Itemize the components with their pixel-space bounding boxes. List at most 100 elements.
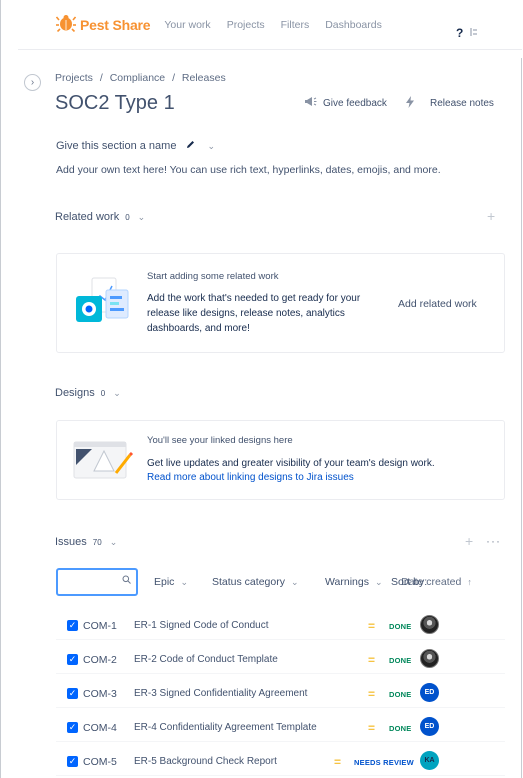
expand-sidebar-button[interactable]: › — [24, 74, 41, 91]
status-badge[interactable]: DONE — [389, 724, 411, 733]
pencil-icon[interactable] — [186, 140, 195, 152]
nav-dashboards[interactable]: Dashboards — [325, 19, 382, 31]
sort-field-label: Date created — [401, 576, 462, 588]
issue-key[interactable]: COM-3 — [83, 688, 117, 700]
issue-type-checkbox-icon: ✓ — [67, 654, 78, 665]
page-title: SOC2 Type 1 — [55, 92, 175, 114]
status-badge[interactable]: DONE — [389, 690, 411, 699]
issue-type-checkbox-icon: ✓ — [67, 722, 78, 733]
issue-type-checkbox-icon: ✓ — [67, 620, 78, 631]
window-border-right — [521, 58, 522, 778]
issue-row[interactable]: ✓ COM-2 ER-2 Code of Conduct Template = … — [56, 644, 505, 674]
related-work-title: Related work — [55, 211, 120, 223]
designs-count: 0 — [100, 388, 106, 398]
add-related-work-button[interactable]: Add related work — [398, 298, 477, 310]
section-description[interactable]: Add your own text here! You can use rich… — [56, 164, 441, 176]
epic-filter[interactable]: Epic ⌄ — [154, 576, 188, 588]
breadcrumb-projects[interactable]: Projects — [55, 72, 93, 84]
breadcrumb: Projects / Compliance / Releases — [55, 72, 230, 84]
give-feedback-button[interactable]: Give feedback — [304, 96, 387, 110]
designs-card-title: You'll see your linked designs here — [147, 435, 293, 446]
priority-medium-icon: = — [368, 721, 376, 735]
chevron-down-icon[interactable]: ⌄ — [207, 141, 215, 152]
priority-medium-icon: = — [368, 653, 376, 667]
issue-key[interactable]: COM-4 — [83, 722, 117, 734]
priority-medium-icon: = — [334, 755, 342, 769]
issues-search-input[interactable] — [56, 568, 138, 596]
design-illustration-icon — [72, 439, 134, 484]
help-icon[interactable]: ? — [456, 26, 463, 40]
related-work-count: 0 — [125, 212, 130, 222]
issue-row[interactable]: ✓ COM-4 ER-4 Confidentiality Agreement T… — [56, 712, 505, 742]
priority-medium-icon: = — [368, 619, 376, 633]
sort-by-dropdown[interactable]: Sort by: Date created ↑ — [391, 576, 472, 588]
avatar[interactable] — [420, 615, 439, 634]
chevron-down-icon[interactable]: ⌄ — [113, 388, 121, 399]
breadcrumb-compliance[interactable]: Compliance — [110, 72, 165, 84]
add-issue-plus-icon[interactable]: + — [465, 533, 473, 549]
designs-card: You'll see your linked designs here Get … — [56, 420, 505, 500]
issue-key[interactable]: COM-1 — [83, 620, 117, 632]
brand-name: Pest Share — [80, 16, 151, 33]
related-work-card-body: Add the work that's needed to get ready … — [147, 293, 361, 334]
release-notes-button[interactable]: Release notes — [406, 96, 494, 111]
designs-learn-more-link[interactable]: Read more about linking designs to Jira … — [147, 470, 487, 485]
sort-arrow-up-icon[interactable]: ↑ — [467, 577, 472, 587]
search-icon — [122, 575, 131, 587]
designs-header: Designs 0 ⌄ — [55, 387, 121, 399]
warnings-filter-label: Warnings — [325, 576, 369, 588]
panel-toggle-icon[interactable] — [470, 27, 478, 40]
more-options-icon[interactable]: ··· — [486, 534, 501, 548]
breadcrumb-releases[interactable]: Releases — [182, 72, 226, 84]
nav-your-work[interactable]: Your work — [164, 19, 210, 31]
issue-summary[interactable]: ER-5 Background Check Report — [134, 756, 277, 767]
issue-row[interactable]: ✓ COM-3 ER-3 Signed Confidentiality Agre… — [56, 678, 505, 708]
related-work-header: Related work 0 ⌄ — [55, 211, 145, 223]
designs-title: Designs — [55, 387, 95, 399]
breadcrumb-separator: / — [99, 72, 103, 84]
issue-summary[interactable]: ER-4 Confidentiality Agreement Template — [134, 722, 317, 733]
chevron-down-icon: ⌄ — [374, 576, 383, 587]
window-border-left — [0, 0, 1, 778]
brand-logo[interactable]: Pest Share — [55, 14, 151, 35]
issue-summary[interactable]: ER-1 Signed Code of Conduct — [134, 620, 269, 631]
release-notes-label: Release notes — [430, 98, 494, 109]
issue-summary[interactable]: ER-2 Code of Conduct Template — [134, 654, 278, 665]
status-category-filter[interactable]: Status category ⌄ — [212, 576, 299, 588]
issues-header: Issues 70 ⌄ — [55, 536, 117, 548]
status-category-filter-label: Status category — [212, 576, 285, 588]
issue-type-checkbox-icon: ✓ — [67, 688, 78, 699]
issue-key[interactable]: COM-2 — [83, 654, 117, 666]
add-related-work-plus-icon[interactable]: + — [487, 208, 495, 224]
avatar[interactable] — [420, 649, 439, 668]
chevron-down-icon: ⌄ — [290, 576, 299, 587]
nav-filters[interactable]: Filters — [281, 19, 310, 31]
top-navigation: Pest Share Your work Projects Filters Da… — [18, 0, 522, 50]
warnings-filter[interactable]: Warnings ⌄ — [325, 576, 383, 588]
status-badge[interactable]: DONE — [389, 656, 411, 665]
status-badge[interactable]: DONE — [389, 622, 411, 631]
issue-summary[interactable]: ER-3 Signed Confidentiality Agreement — [134, 688, 307, 699]
chevron-down-icon[interactable]: ⌄ — [138, 212, 146, 223]
epic-filter-label: Epic — [154, 576, 175, 588]
lightning-icon — [406, 96, 414, 111]
bug-logo-icon — [55, 14, 77, 35]
avatar[interactable]: ED — [420, 717, 439, 736]
issue-row[interactable]: ✓ COM-5 ER-5 Background Check Report = N… — [56, 746, 505, 776]
related-work-illustration-icon — [72, 274, 134, 333]
nav-projects[interactable]: Projects — [227, 19, 265, 31]
issues-count: 70 — [92, 537, 102, 547]
issue-key[interactable]: COM-5 — [83, 756, 117, 768]
issue-row[interactable]: ✓ COM-1 ER-1 Signed Code of Conduct = DO… — [56, 610, 505, 640]
status-badge[interactable]: NEEDS REVIEW — [354, 758, 414, 767]
section-name-label: Give this section a name — [56, 140, 177, 152]
avatar[interactable]: KA — [420, 751, 439, 770]
section-name-heading[interactable]: Give this section a name ⌄ — [56, 140, 215, 152]
chevron-down-icon: ⌄ — [180, 576, 188, 587]
avatar[interactable]: ED — [420, 683, 439, 702]
chevron-down-icon[interactable]: ⌄ — [110, 537, 118, 548]
issues-title: Issues — [55, 536, 87, 548]
give-feedback-label: Give feedback — [323, 97, 387, 109]
issue-type-checkbox-icon: ✓ — [67, 756, 78, 767]
breadcrumb-separator: / — [172, 72, 175, 84]
